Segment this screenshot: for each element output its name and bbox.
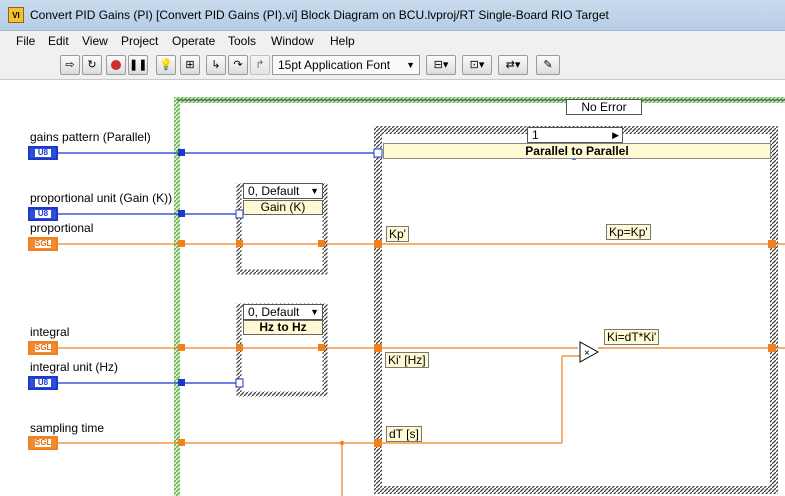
- title-bar: VI Convert PID Gains (PI) [Convert PID G…: [0, 0, 785, 31]
- pause-icon[interactable]: ❚❚: [128, 55, 148, 75]
- dt-input-label: dT [s]: [386, 426, 422, 442]
- step-over-icon[interactable]: ↷: [228, 55, 248, 75]
- chevron-down-icon: ▼: [310, 186, 319, 196]
- window-title: Convert PID Gains (PI) [Convert PID Gain…: [30, 8, 609, 22]
- block-diagram: × gains pattern (Parallel) U8 proportion…: [0, 80, 785, 496]
- gain-case-value: 0, Default: [248, 184, 300, 198]
- hz-case-selector[interactable]: 0, Default ▼: [243, 304, 323, 320]
- control-gains-pattern[interactable]: U8: [28, 146, 58, 160]
- label-integral-unit: integral unit (Hz): [30, 360, 119, 374]
- toolbar: ⇨ ↻ ❚❚ 💡 ⊞ ↳ ↷ ↱ 15pt Application Font ▼…: [0, 51, 785, 80]
- font-selector[interactable]: 15pt Application Font ▼: [272, 55, 420, 75]
- labview-vi-icon: VI: [8, 7, 24, 23]
- control-sampling-time[interactable]: SGL: [28, 436, 58, 450]
- menu-tools[interactable]: Tools: [228, 34, 256, 48]
- control-integral-unit[interactable]: U8: [28, 376, 58, 390]
- control-integral[interactable]: SGL: [28, 341, 58, 355]
- control-type: SGL: [35, 239, 52, 248]
- parallel-case-selector[interactable]: 1 ▶: [527, 127, 623, 143]
- control-type: U8: [35, 149, 51, 157]
- control-type: SGL: [35, 343, 52, 352]
- menu-bar: File Edit View Project Operate Tools Win…: [0, 31, 785, 51]
- parallel-case-value: 1: [532, 128, 539, 142]
- label-integral: integral: [30, 325, 70, 339]
- cleanup-diagram-icon[interactable]: ✎: [536, 55, 560, 75]
- label-gains-pattern: gains pattern (Parallel): [30, 130, 151, 144]
- chevron-down-icon: ▼: [310, 307, 319, 317]
- menu-window[interactable]: Window: [271, 34, 314, 48]
- ki-input-label: Ki' [Hz]: [385, 352, 429, 368]
- run-continuously-icon[interactable]: ↻: [82, 55, 102, 75]
- menu-project[interactable]: Project: [121, 34, 158, 48]
- menu-help[interactable]: Help: [330, 34, 355, 48]
- error-case-selector[interactable]: No Error: [566, 99, 642, 115]
- font-label: 15pt Application Font: [278, 58, 391, 72]
- step-into-icon[interactable]: ↳: [206, 55, 226, 75]
- highlight-execution-icon[interactable]: 💡: [156, 55, 176, 75]
- menu-edit[interactable]: Edit: [48, 34, 69, 48]
- case-structure-parallel-frame: [374, 126, 778, 494]
- label-proportional: proportional: [30, 221, 94, 235]
- reorder-icon[interactable]: ⇄▾: [498, 55, 528, 75]
- parallel-case-label: Parallel to Parallel: [383, 143, 771, 159]
- while-loop-frame: [174, 97, 785, 496]
- label-sampling-time: sampling time: [30, 421, 105, 435]
- hz-case-value: 0, Default: [248, 305, 300, 319]
- gain-case-selector[interactable]: 0, Default ▼: [243, 183, 323, 199]
- control-type: U8: [35, 379, 51, 387]
- kp-formula-label: Kp=Kp': [606, 224, 651, 240]
- control-proportional-unit[interactable]: U8: [28, 207, 58, 221]
- hz-case-label: Hz to Hz: [243, 320, 323, 335]
- align-objects-icon[interactable]: ⊟▾: [426, 55, 456, 75]
- chevron-right-icon: ▶: [612, 130, 619, 140]
- menu-view[interactable]: View: [82, 34, 108, 48]
- menu-operate[interactable]: Operate: [172, 34, 215, 48]
- control-type: SGL: [35, 438, 52, 447]
- abort-icon[interactable]: [106, 55, 126, 75]
- retain-wire-values-icon[interactable]: ⊞: [180, 55, 200, 75]
- control-type: U8: [35, 210, 51, 218]
- label-proportional-unit: proportional unit (Gain (K)): [30, 191, 173, 205]
- step-out-icon[interactable]: ↱: [250, 55, 270, 75]
- ki-formula-label: Ki=dT*Ki': [604, 329, 660, 345]
- menu-file[interactable]: File: [16, 34, 35, 48]
- kp-input-label: Kp': [386, 226, 409, 242]
- multiply-symbol: ×: [584, 348, 590, 359]
- error-case-label: No Error: [581, 100, 627, 114]
- run-icon[interactable]: ⇨: [60, 55, 80, 75]
- control-proportional[interactable]: SGL: [28, 237, 58, 251]
- gain-case-label: Gain (K): [243, 200, 323, 215]
- chevron-down-icon: ▼: [406, 60, 415, 70]
- distribute-objects-icon[interactable]: ⊡▾: [462, 55, 492, 75]
